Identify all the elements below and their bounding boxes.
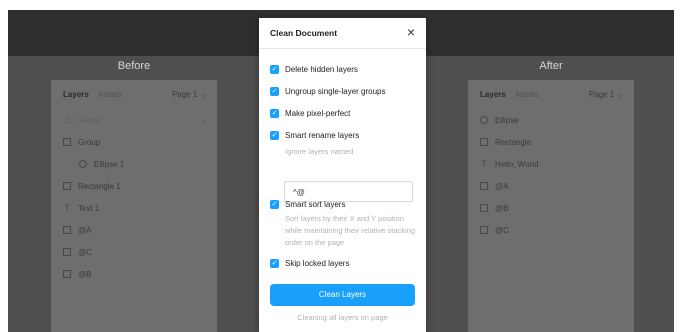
checkmark-icon: ✓: [270, 86, 279, 96]
checkmark-icon: ✓: [270, 130, 279, 140]
layer-label: Ellipse: [495, 115, 519, 125]
frame-icon: [63, 248, 71, 256]
option-label: Ungroup single-layer groups: [285, 86, 386, 96]
ellipse-icon: [79, 160, 87, 168]
before-tab-assets[interactable]: Assets: [98, 90, 122, 99]
delete-hidden-checkbox[interactable]: ✓ Delete hidden layers: [270, 63, 358, 75]
layer-label: Group: [78, 137, 101, 147]
layer-row[interactable]: Group: [63, 134, 100, 150]
checkmark-icon: ✓: [270, 258, 279, 268]
frame-icon: [63, 226, 71, 234]
option-label: Smart rename layers: [285, 130, 360, 140]
vector-icon: △: [63, 115, 71, 124]
after-tab-layers[interactable]: Layers: [480, 90, 506, 99]
frame-icon: [480, 204, 488, 212]
layer-label: Rectangle 1: [78, 181, 121, 191]
chevron-down-icon[interactable]: ⌄: [200, 116, 207, 125]
text-icon: T: [64, 203, 70, 213]
layer-row[interactable]: Rectangle: [480, 134, 531, 150]
layer-row[interactable]: @B: [63, 266, 91, 282]
layer-label: Vector: [78, 115, 101, 125]
ungroup-single-checkbox[interactable]: ✓ Ungroup single-layer groups: [270, 85, 386, 97]
smart-sort-checkbox[interactable]: ✓ Smart sort layers: [270, 198, 345, 210]
before-panel-header: Layers Assets Page 1 ⌄: [51, 80, 217, 108]
layer-row[interactable]: @C: [63, 244, 92, 260]
checkmark-icon: ✓: [270, 108, 279, 118]
before-tab-layers[interactable]: Layers: [63, 90, 89, 99]
option-label: Skip locked layers: [285, 258, 350, 268]
option-label: Delete hidden layers: [285, 64, 358, 74]
layer-label: @C: [495, 225, 509, 235]
option-label: Smart sort layers: [285, 199, 346, 209]
option-label: Make pixel-perfect: [285, 108, 351, 118]
after-panel-header: Layers Assets Page 1 ⌄: [468, 80, 634, 108]
after-page-select[interactable]: Page 1 ⌄: [589, 90, 624, 99]
after-page-label: Page 1: [588, 90, 615, 99]
frame-icon: [63, 182, 71, 190]
layer-row[interactable]: @C: [480, 222, 509, 238]
before-page-select[interactable]: Page 1 ⌄: [172, 90, 207, 99]
layer-row[interactable]: T Hello, World: [480, 156, 538, 172]
before-layers-panel: Layers Assets Page 1 ⌄ ⌄ △ Vector Group E…: [51, 80, 217, 332]
layer-label: @C: [78, 247, 92, 257]
layer-row[interactable]: @A: [480, 178, 508, 194]
layer-label: Rectangle: [495, 137, 532, 147]
chevron-down-icon: ⌄: [617, 90, 624, 99]
checkmark-icon: ✓: [270, 199, 279, 209]
layer-row[interactable]: △ Vector: [63, 112, 101, 128]
close-icon[interactable]: ×: [404, 25, 418, 39]
layer-label: Text 1: [78, 203, 100, 213]
chevron-down-icon: ⌄: [200, 90, 207, 99]
clean-layers-button[interactable]: Clean Layers: [270, 284, 415, 306]
layer-row[interactable]: Ellipse 1: [79, 156, 124, 172]
layer-label: @A: [495, 181, 509, 191]
before-page-label: Page 1: [171, 90, 198, 99]
smart-sort-description: Sort layers by their X and Y position wh…: [285, 214, 416, 247]
layer-row[interactable]: @B: [480, 200, 508, 216]
frame-icon: [480, 226, 488, 234]
ellipse-icon: [480, 116, 488, 124]
skip-locked-checkbox[interactable]: ✓ Skip locked layers: [270, 257, 349, 269]
after-heading: After: [539, 60, 563, 72]
layer-label: @B: [78, 269, 92, 279]
frame-icon: [63, 270, 71, 278]
frame-icon: [480, 182, 488, 190]
modal-header: Clean Document ×: [259, 18, 426, 49]
after-layers-panel: Layers Assets Page 1 ⌄ Ellipse Rectangle …: [468, 80, 634, 332]
layer-label: @B: [495, 203, 509, 213]
smart-rename-checkbox[interactable]: ✓ Smart rename layers: [270, 129, 359, 141]
after-tab-assets[interactable]: Assets: [515, 90, 539, 99]
layer-label: @A: [78, 225, 92, 235]
layer-label: Hello, World: [495, 159, 539, 169]
layer-row[interactable]: Rectangle 1: [63, 178, 121, 194]
layer-row[interactable]: @A: [63, 222, 91, 238]
checkmark-icon: ✓: [270, 64, 279, 74]
frame-icon: [480, 138, 488, 146]
before-heading: Before: [117, 60, 151, 72]
clean-document-modal: Clean Document × ✓ Delete hidden layers …: [259, 18, 426, 332]
ignore-layers-label: Ignore layers named: [285, 147, 354, 156]
modal-title: Clean Document: [270, 28, 338, 38]
pixel-perfect-checkbox[interactable]: ✓ Make pixel-perfect: [270, 107, 350, 119]
layer-row[interactable]: Ellipse: [480, 112, 519, 128]
layer-label: Ellipse 1: [94, 159, 125, 169]
status-text: Cleaning all layers on page: [297, 313, 388, 322]
layer-row[interactable]: T Text 1: [63, 200, 99, 216]
frame-icon: [63, 138, 71, 146]
text-icon: T: [481, 159, 487, 169]
